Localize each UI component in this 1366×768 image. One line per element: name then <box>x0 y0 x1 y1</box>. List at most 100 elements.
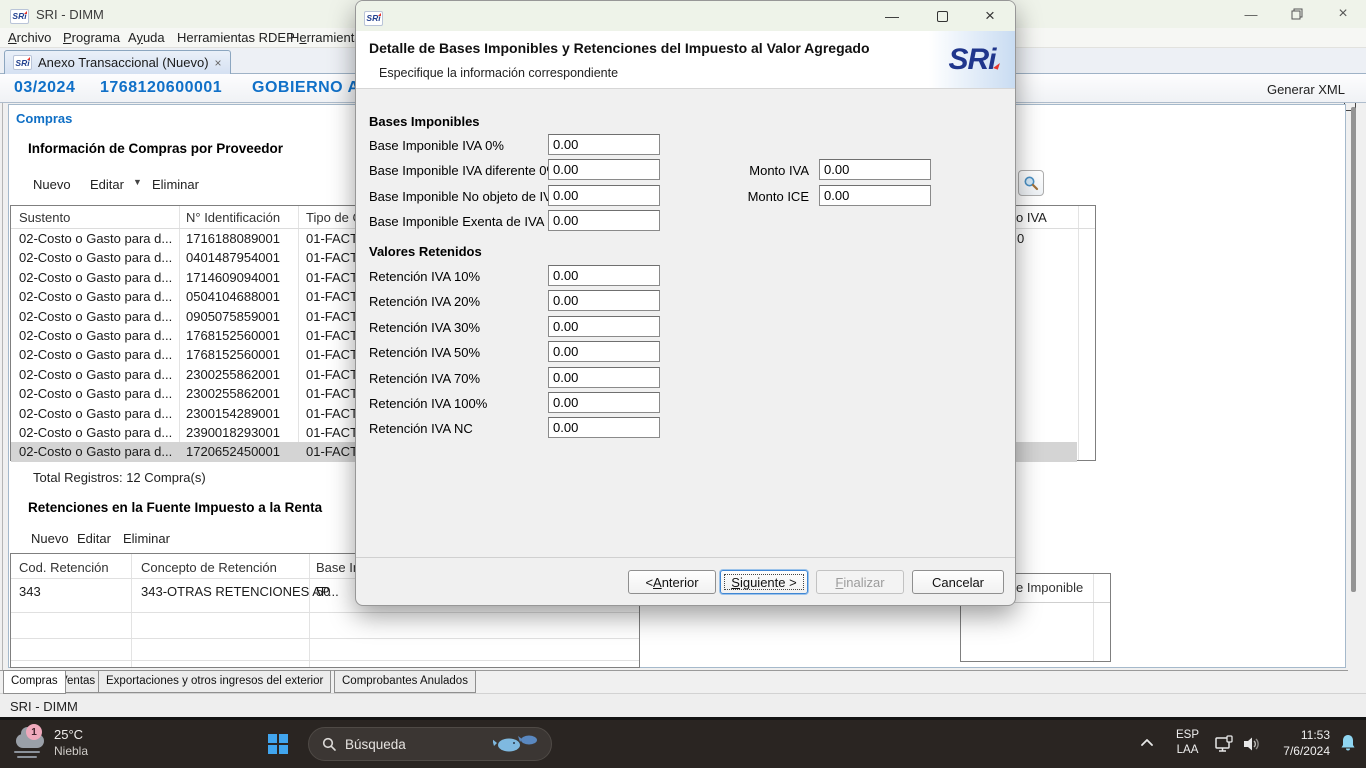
close-icon[interactable]: × <box>1320 0 1366 28</box>
field-input[interactable] <box>548 316 660 337</box>
weather-widget[interactable]: 1 25°C Niebla <box>8 720 158 768</box>
search-button[interactable] <box>1018 170 1044 196</box>
menu-programa[interactable]: Programa <box>63 30 120 45</box>
cell: 02-Costo o Gasto para d... <box>19 423 181 442</box>
bottom-tab-strip: Compras Ventas Exportaciones y otros ing… <box>0 670 1348 693</box>
col-tipo[interactable]: Tipo de C <box>306 210 362 225</box>
cell: 02-Costo o Gasto para d... <box>19 307 181 326</box>
compras-eliminar-button[interactable]: Eliminar <box>152 177 199 192</box>
field-input[interactable] <box>548 159 660 180</box>
compras-editar-button[interactable]: Editar <box>90 177 124 192</box>
field-input[interactable] <box>548 392 660 413</box>
search-icon <box>322 737 337 752</box>
taxpayer-name: GOBIERNO A <box>252 79 360 97</box>
cell-concepto: 343-OTRAS RETENCIONES AP... <box>141 584 339 599</box>
cell: 0504104688001 <box>186 287 301 306</box>
cell: 02-Costo o Gasto para d... <box>19 404 181 423</box>
restore-icon[interactable] <box>1274 0 1320 28</box>
field-label: Base Imponible IVA diferente 0% <box>369 163 558 178</box>
status-text: SRI - DIMM <box>10 699 78 714</box>
field-label: Base Imponible Exenta de IVA <box>369 214 544 229</box>
field-input[interactable] <box>548 185 660 206</box>
dialog-subtitle: Especifique la información correspondien… <box>379 66 618 80</box>
dialog-titlebar: SRi — × <box>356 1 1015 31</box>
field-label: Retención IVA 10% <box>369 269 480 284</box>
cell: 02-Costo o Gasto para d... <box>19 287 181 306</box>
time: 11:53 <box>1266 727 1330 743</box>
mdi-border <box>2 103 3 693</box>
editar-dropdown-icon[interactable]: ▼ <box>133 177 142 187</box>
dialog-maximize-icon[interactable] <box>922 1 962 31</box>
cell: 02-Costo o Gasto para d... <box>19 229 181 248</box>
field-input[interactable] <box>548 417 660 438</box>
retenciones-editar-button[interactable]: Editar <box>77 531 111 546</box>
tab-close-icon[interactable]: × <box>215 56 222 70</box>
clock[interactable]: 11:53 7/6/2024 <box>1266 727 1330 759</box>
field-input[interactable] <box>548 367 660 388</box>
menu-archivo[interactable]: Archivo <box>8 30 51 45</box>
weather-temp: 25°C <box>54 727 83 742</box>
dialog-minimize-icon[interactable]: — <box>872 1 912 31</box>
compras-nuevo-button[interactable]: Nuevo <box>33 177 71 192</box>
vertical-scrollbar[interactable] <box>1351 107 1356 592</box>
ruc: 1768120600001 <box>100 79 222 97</box>
cell-base: 50 <box>316 584 330 599</box>
finalizar-button: Finalizar <box>816 570 904 594</box>
dialog-header: Detalle de Bases Imponibles y Retencione… <box>356 31 1015 89</box>
compras-title: Información de Compras por Proveedor <box>28 141 283 156</box>
field-label: Retención IVA 50% <box>369 345 480 360</box>
whales-image <box>493 731 539 757</box>
language-indicator[interactable]: ESPLAA <box>1176 728 1199 758</box>
cell: 02-Costo o Gasto para d... <box>19 248 181 267</box>
field-input[interactable] <box>548 341 660 362</box>
field-label: Retención IVA 20% <box>369 294 480 309</box>
cell: 1714609094001 <box>186 268 301 287</box>
tab-compras[interactable]: Compras <box>3 670 66 694</box>
sri-icon: SRi <box>13 55 32 70</box>
dialog-title: Detalle de Bases Imponibles y Retencione… <box>369 40 870 56</box>
col-monto-iva-fragment: o IVA <box>1016 210 1047 225</box>
col-identificacion[interactable]: N° Identificación <box>186 210 280 225</box>
cell: 2300154289001 <box>186 404 301 423</box>
tab-exportaciones[interactable]: Exportaciones y otros ingresos del exter… <box>98 670 331 693</box>
start-button[interactable] <box>262 728 294 760</box>
retenciones-nuevo-button[interactable]: Nuevo <box>31 531 69 546</box>
cell: 02-Costo o Gasto para d... <box>19 384 181 403</box>
screen: SRi SRI - DIMM — × Archivo Programa Ayud… <box>0 0 1366 768</box>
field-input[interactable] <box>548 210 660 231</box>
cell: 02-Costo o Gasto para d... <box>19 442 181 461</box>
cell: 2390018293001 <box>186 423 301 442</box>
tab-anexo-transaccional[interactable]: SRi Anexo Transaccional (Nuevo) × <box>4 50 231 74</box>
anterior-button[interactable]: < Anterior <box>628 570 716 594</box>
col-cod-retencion[interactable]: Cod. Retención <box>19 560 109 575</box>
field-input[interactable] <box>819 185 931 206</box>
field-input[interactable] <box>548 290 660 311</box>
volume-icon[interactable] <box>1241 734 1261 759</box>
tab-label: Anexo Transaccional (Nuevo) <box>38 55 209 70</box>
menu-herramientas-rdep[interactable]: Herramientas RDEP <box>177 30 295 45</box>
notification-bell-icon[interactable] <box>1338 733 1358 758</box>
search-icon <box>1023 175 1039 191</box>
network-icon[interactable] <box>1214 734 1234 759</box>
cell: 02-Costo o Gasto para d... <box>19 345 181 364</box>
search-bar[interactable]: Búsqueda <box>308 727 552 761</box>
tab-comprobantes-anulados[interactable]: Comprobantes Anulados <box>334 670 476 693</box>
weather-badge: 1 <box>26 724 42 740</box>
tray-chevron-icon[interactable] <box>1138 734 1156 757</box>
field-input[interactable] <box>548 134 660 155</box>
taskbar: 1 25°C Niebla Búsqueda <box>0 720 1366 768</box>
cancelar-button[interactable]: Cancelar <box>912 570 1004 594</box>
retenciones-eliminar-button[interactable]: Eliminar <box>123 531 170 546</box>
minimize-icon[interactable]: — <box>1228 0 1274 28</box>
cell: 2300255862001 <box>186 384 301 403</box>
field-input[interactable] <box>819 159 931 180</box>
sri-logo: SRi <box>929 31 1015 88</box>
field-input[interactable] <box>548 265 660 286</box>
generar-xml-link[interactable]: Generar XML <box>1267 82 1345 97</box>
dialog-close-icon[interactable]: × <box>970 1 1010 31</box>
siguiente-button[interactable]: Siguiente > <box>720 570 808 594</box>
date: 7/6/2024 <box>1266 743 1330 759</box>
col-sustento[interactable]: Sustento <box>19 210 70 225</box>
col-concepto[interactable]: Concepto de Retención <box>141 560 277 575</box>
menu-ayuda[interactable]: Ayuda <box>128 30 165 45</box>
